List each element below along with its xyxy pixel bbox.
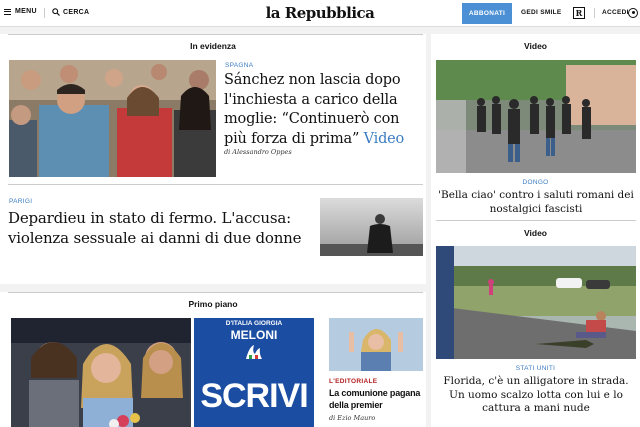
primo-piano-section: Primo piano D'ITALIA GIORGIA MELONI SCRI… [0, 292, 426, 427]
editorial-byline: di Ezio Mauro [329, 414, 376, 422]
search-label: CERCA [63, 8, 90, 16]
in-evidenza-section: In evidenza SPAGNA Sánchez non lascia do… [0, 34, 426, 284]
hamburger-icon [4, 8, 11, 15]
sidebar-section-title: Video [524, 41, 547, 51]
lead-image[interactable] [9, 60, 216, 177]
video-thumb-florida[interactable] [436, 246, 636, 359]
menu-label: MENU [15, 8, 37, 15]
divider [8, 292, 423, 293]
meloni-poster[interactable]: D'ITALIA GIORGIA MELONI SCRIVI [194, 318, 314, 427]
search-button[interactable]: CERCA [52, 8, 89, 16]
lead-byline: di Alessandro Oppes [224, 148, 292, 156]
video2-headline[interactable]: Florida, c'è un alligatore in strada. Un… [437, 375, 635, 416]
menu-button[interactable]: MENU [4, 8, 37, 15]
rep-icon[interactable]: R [573, 7, 585, 19]
lead-headline[interactable]: Sánchez non lascia dopo l'inchiesta a ca… [224, 71, 420, 149]
divider [594, 8, 595, 18]
divider [436, 220, 636, 221]
video2-kicker[interactable]: STATI UNITI [431, 365, 640, 372]
divider [8, 184, 423, 185]
section-title: Primo piano [188, 299, 238, 309]
search-icon [52, 8, 60, 16]
lead-kicker[interactable]: SPAGNA [225, 62, 253, 69]
editorial-kicker[interactable]: L'EDITORIALE [329, 378, 377, 385]
divider [44, 8, 45, 18]
main-column: In evidenza SPAGNA Sánchez non lascia do… [0, 34, 426, 427]
editorial-image[interactable] [329, 318, 423, 371]
site-logo[interactable]: la Repubblica [250, 4, 390, 22]
editorial-headline[interactable]: La comunione pagana della premier [329, 387, 425, 411]
video1-headline[interactable]: 'Bella ciao' contro i saluti romani dei … [437, 189, 635, 216]
second-headline[interactable]: Depardieu in stato di fermo. L'accusa: v… [8, 208, 303, 248]
poster-top-text: D'ITALIA GIORGIA [225, 320, 283, 327]
video-link[interactable]: Video [364, 131, 405, 147]
top-bar: MENU CERCA la Repubblica ABBONATI GEDI S… [0, 0, 640, 27]
poster-name: MELONI [230, 328, 278, 342]
flame-logo [246, 345, 262, 359]
poster-word: SCRIVI [200, 377, 308, 415]
gedi-smile-link[interactable]: GEDI SMILE [521, 9, 562, 16]
meloni-photo[interactable] [11, 318, 191, 427]
login-button[interactable]: ACCEDI [602, 9, 629, 16]
video-thumb-dongo[interactable] [436, 60, 636, 173]
section-title: In evidenza [190, 41, 236, 51]
divider [8, 34, 423, 35]
user-icon[interactable] [628, 8, 638, 18]
video1-kicker[interactable]: DONGO [431, 179, 640, 186]
subscribe-button[interactable]: ABBONATI [462, 3, 512, 24]
second-kicker[interactable]: PARIGI [9, 198, 32, 205]
video-sidebar: Video DONGO 'Bella ciao' contro i saluti… [431, 34, 640, 427]
second-image[interactable] [320, 198, 423, 256]
sidebar-section-title: Video [524, 228, 547, 238]
